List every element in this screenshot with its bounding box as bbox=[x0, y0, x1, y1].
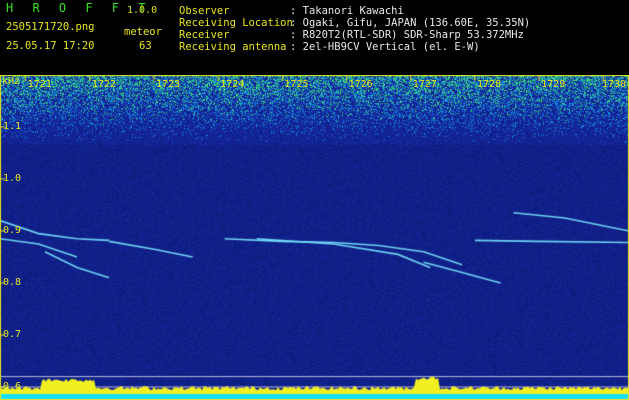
x-tick-label: 1723 bbox=[156, 79, 181, 90]
y-tick-label: 0.7 bbox=[3, 329, 22, 340]
x-tick-label: 1727 bbox=[412, 79, 437, 90]
meteor-label: meteor bbox=[124, 26, 162, 38]
antenna-label: Receiving antenna bbox=[179, 41, 287, 53]
y-axis-label: kHz bbox=[2, 76, 21, 87]
y-tick-label: 0.6 bbox=[3, 381, 22, 392]
app-version: 1.0.0 bbox=[127, 5, 158, 16]
x-tick-label: 1724 bbox=[220, 79, 245, 90]
file-name: 2505171720.png bbox=[6, 21, 95, 33]
spectrogram-canvas bbox=[0, 75, 629, 400]
x-tick-label: 1722 bbox=[91, 79, 116, 90]
y-tick-label: 0.9 bbox=[3, 225, 22, 236]
x-tick-label: 1721 bbox=[27, 79, 52, 90]
x-tick-label: 1729 bbox=[541, 79, 566, 90]
meteor-count: 63 bbox=[139, 40, 152, 52]
x-tick-label: 1728 bbox=[476, 79, 502, 90]
x-tick-label: 1725 bbox=[284, 79, 309, 90]
file-datetime: 25.05.17 17:20 bbox=[6, 40, 95, 52]
x-tick-label: 1726 bbox=[348, 79, 373, 90]
y-tick-label: 1.0 bbox=[3, 173, 22, 184]
antenna-value: : 2el-HB9CV Vertical (el. E-W) bbox=[290, 41, 480, 53]
y-tick-label: 0.8 bbox=[3, 277, 22, 288]
header-panel: H R O F F T 1.0.0 2505171720.png 25.05.1… bbox=[0, 0, 629, 75]
y-tick-label: 1.1 bbox=[3, 121, 22, 132]
x-tick-label: 1730 bbox=[602, 79, 627, 90]
